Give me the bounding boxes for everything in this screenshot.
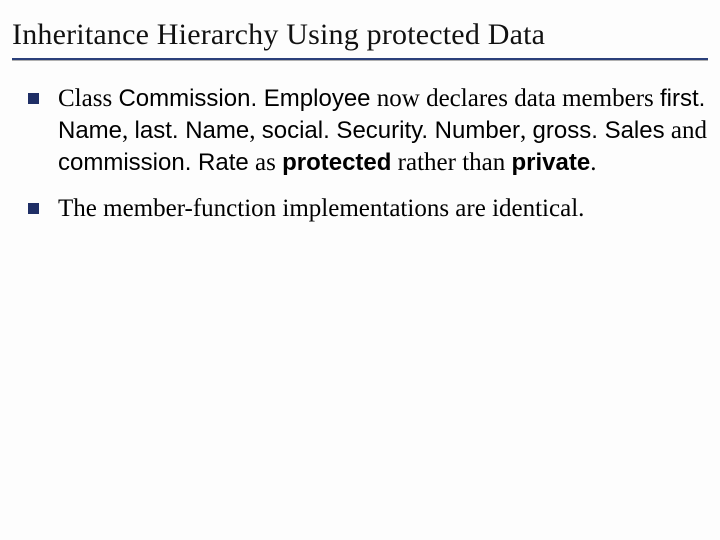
code-text: Commission. Employee	[118, 85, 370, 112]
body-text: rather than	[391, 149, 511, 176]
body-text: as	[249, 149, 282, 176]
title-divider	[12, 58, 708, 61]
body-text: .	[590, 149, 596, 176]
body-text: The member-function implementations are …	[58, 195, 584, 222]
bullet-list: Class Commission. Employee now declares …	[12, 83, 708, 225]
body-text: ,	[249, 117, 262, 144]
code-text: social. Security. Number	[262, 117, 520, 144]
list-item: The member-function implementations are …	[58, 193, 708, 225]
keyword-text: private	[512, 149, 591, 176]
keyword-text: protected	[282, 149, 391, 176]
body-text: ,	[122, 117, 135, 144]
code-text: last. Name	[135, 117, 250, 144]
body-text: now declares data members	[371, 85, 660, 112]
body-text: Class	[58, 85, 118, 112]
list-item: Class Commission. Employee now declares …	[58, 83, 708, 179]
page-title: Inheritance Hierarchy Using protected Da…	[12, 18, 708, 52]
code-text: commission. Rate	[58, 149, 249, 176]
body-text: ,	[520, 117, 533, 144]
slide: Inheritance Hierarchy Using protected Da…	[0, 0, 720, 540]
body-text: and	[665, 117, 707, 144]
code-text: gross. Sales	[533, 117, 665, 144]
